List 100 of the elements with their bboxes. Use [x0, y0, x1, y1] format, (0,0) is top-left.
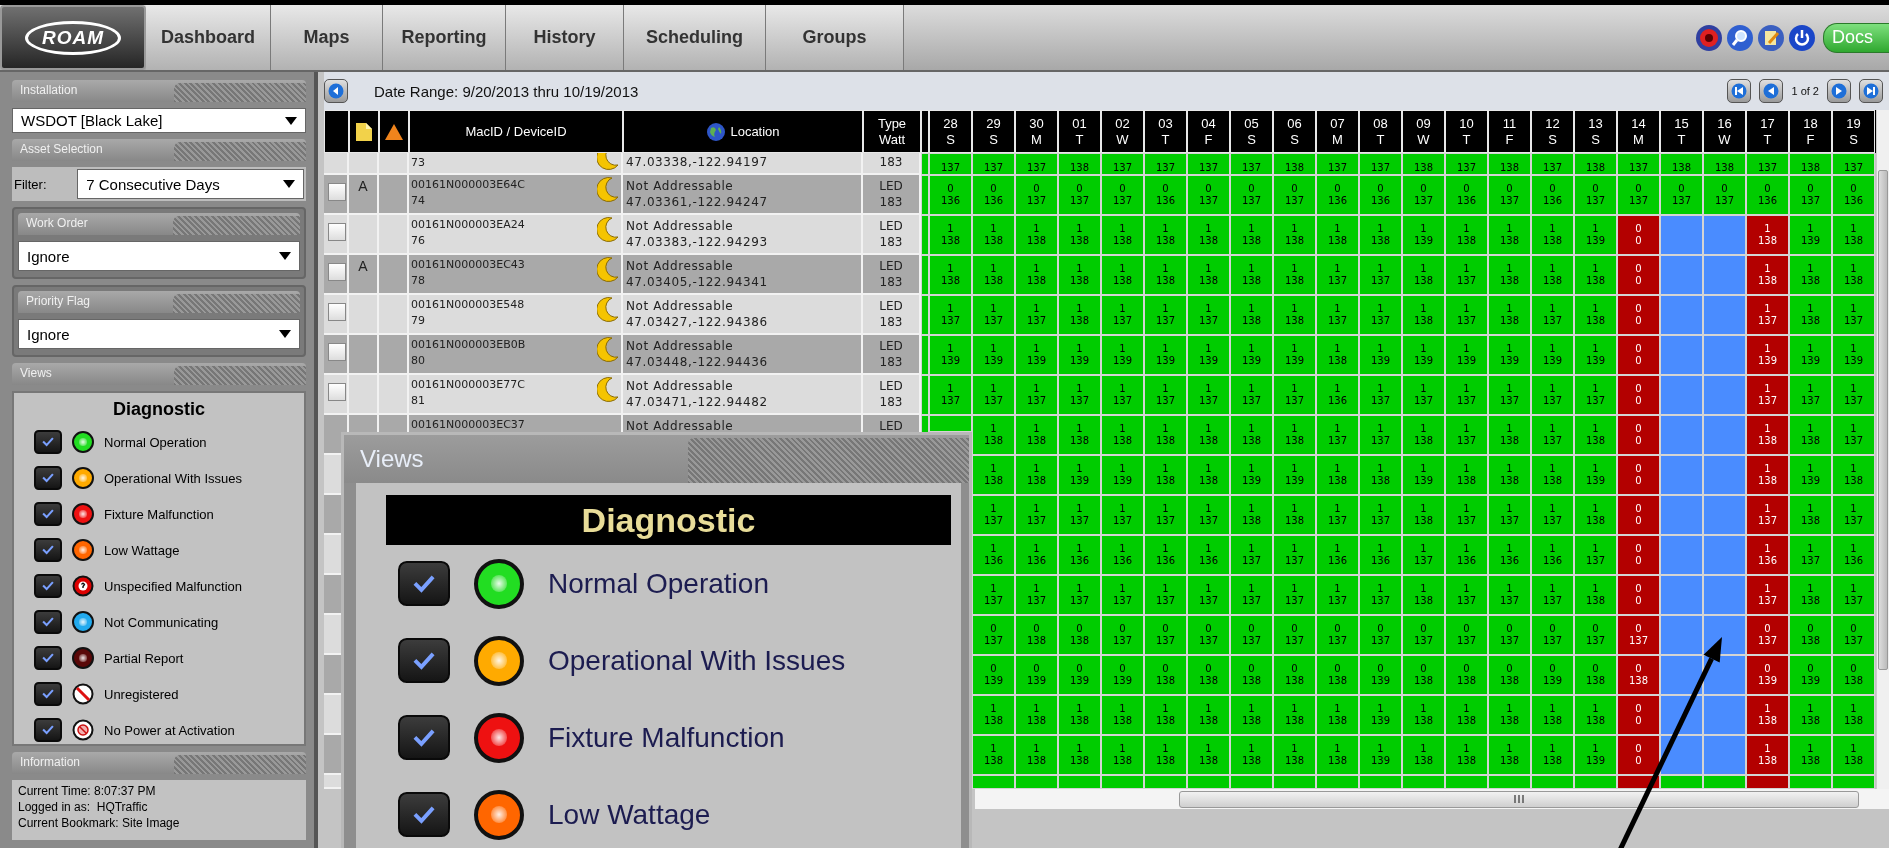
- status-cell: 1 136: [1531, 535, 1574, 575]
- status-cell: 1 138: [1144, 455, 1187, 495]
- status-cell: 1 138: [1488, 215, 1531, 255]
- status-cell: 1 138: [1746, 415, 1789, 455]
- status-cell: 1 138: [929, 255, 972, 295]
- status-cell: 1 137: [1574, 375, 1617, 415]
- device-id: 00161N000003E64C 74: [411, 177, 526, 209]
- status-cell: 1 138: [1488, 695, 1531, 735]
- inset-heading: Diagnostic: [581, 500, 756, 540]
- type-watt: LED 183: [878, 338, 904, 370]
- status-cell: 1 137: [1316, 575, 1359, 615]
- status-cell: 0 136: [929, 175, 972, 215]
- status-cell: 0 136: [1832, 175, 1875, 215]
- status-cell: 1 137: [1230, 375, 1273, 415]
- status-cell: 1 136: [1187, 535, 1230, 575]
- status-cell: 1 138: [1574, 415, 1617, 455]
- nav-tab[interactable]: Groups: [766, 5, 904, 70]
- status-cell: 0 137: [1273, 175, 1316, 215]
- status-cell: 1 138: [1230, 735, 1273, 775]
- logo[interactable]: ROAM: [0, 5, 146, 70]
- status-cell: 1 138: [1144, 415, 1187, 455]
- status-cell: 1 137: [1488, 575, 1531, 615]
- status-cell: 0 137: [1617, 615, 1660, 655]
- status-cell: 1 138: [972, 415, 1015, 455]
- nav-tab[interactable]: Dashboard: [146, 5, 271, 70]
- status-cell: 1 137: [1230, 575, 1273, 615]
- status-cell: 0 136: [1445, 175, 1488, 215]
- status-cell: 1 137: [1359, 295, 1402, 335]
- status-cell: 138: [1488, 153, 1531, 175]
- status-cell: 1 137: [1445, 575, 1488, 615]
- device-id: 00161N000003EC37: [411, 417, 526, 433]
- status-cell: 1 137: [1445, 295, 1488, 335]
- nav-tab[interactable]: History: [506, 5, 624, 70]
- status-cell: 0 137: [1230, 175, 1273, 215]
- status-cell: 1 139: [1015, 335, 1058, 375]
- status-cell: 1 138: [1574, 695, 1617, 735]
- status-cell: 137: [1101, 153, 1144, 175]
- dropdown[interactable]: Ignore: [18, 319, 300, 349]
- status-cell: 1 138: [1316, 215, 1359, 255]
- status-cell: 1 137: [1359, 415, 1402, 455]
- status-cell: 1 138: [1015, 415, 1058, 455]
- status-cell: 1 139: [1789, 335, 1832, 375]
- status-cell: 1 139: [929, 335, 972, 375]
- status-cell: 1 136: [1316, 375, 1359, 415]
- status-cell: 0 137: [1574, 615, 1617, 655]
- status-cell: 0 137: [1488, 175, 1531, 215]
- type-watt: LED 183: [878, 298, 904, 330]
- dropdown[interactable]: WSDOT [Black Lake]: [12, 108, 306, 133]
- nav-tab[interactable]: Maps: [271, 5, 383, 70]
- status-cell: 1 139: [1058, 335, 1101, 375]
- status-cell: 1 137: [1230, 535, 1273, 575]
- note-mark: A: [357, 178, 369, 194]
- status-cell: 1 138: [1316, 335, 1359, 375]
- legend-label: Fixture Malfunction: [104, 506, 214, 522]
- status-cell: 137: [1144, 153, 1187, 175]
- nav-tab[interactable]: Reporting: [383, 5, 506, 70]
- status-cell: 1 139: [1230, 335, 1273, 375]
- dropdown[interactable]: Ignore: [18, 241, 300, 271]
- status-cell: 1 138: [1531, 255, 1574, 295]
- status-cell: 0 138: [1058, 615, 1101, 655]
- device-id: 00161N000003EB0B 80: [411, 337, 527, 369]
- nav-tab[interactable]: Scheduling: [624, 5, 766, 70]
- status-cell: 0 0: [1617, 335, 1660, 375]
- status-cell: 137: [1445, 153, 1488, 175]
- status-cell: 1 138: [1574, 575, 1617, 615]
- status-cell: 0 136: [1144, 175, 1187, 215]
- status-cell: 1 138: [1015, 215, 1058, 255]
- status-cell: 1 138: [1015, 455, 1058, 495]
- status-cell: 1 137: [1488, 375, 1531, 415]
- status-cell: 0 139: [1015, 655, 1058, 695]
- dropdown[interactable]: 7 Consecutive Days: [77, 169, 304, 199]
- status-cell: 1 139: [972, 335, 1015, 375]
- status-cell: 1 137: [1144, 575, 1187, 615]
- column-header[interactable]: MacID / DeviceID: [465, 123, 567, 140]
- device-id: 73: [411, 155, 426, 171]
- status-cell: 1 138: [1273, 295, 1316, 335]
- section-title: Views: [19, 365, 53, 382]
- status-cell: 0 137: [1617, 175, 1660, 215]
- status-cell: 1 136: [1746, 535, 1789, 575]
- status-cell: 1 138: [1402, 695, 1445, 735]
- column-header[interactable]: Location: [730, 123, 780, 140]
- status-cell: 1 137: [1101, 295, 1144, 335]
- status-cell: 1 138: [1273, 255, 1316, 295]
- status-cell: 1 137: [1531, 295, 1574, 335]
- status-cell: 0 138: [1402, 655, 1445, 695]
- status-cell: 1 138: [929, 215, 972, 255]
- status-cell: 0 137: [1789, 175, 1832, 215]
- status-cell: 0 138: [1617, 655, 1660, 695]
- status-cell: 1 138: [1230, 295, 1273, 335]
- status-cell: 1 137: [1445, 375, 1488, 415]
- views-heading: Diagnostic: [113, 399, 205, 420]
- status-cell: 0 137: [1445, 615, 1488, 655]
- status-cell: 1 137: [1574, 535, 1617, 575]
- status-cell: 0 138: [1832, 655, 1875, 695]
- status-cell: 1 138: [1359, 455, 1402, 495]
- status-cell: 1 138: [1058, 735, 1101, 775]
- status-cell: 1 139: [1832, 335, 1875, 375]
- status-cell: 1 138: [1445, 455, 1488, 495]
- status-cell: 1 139: [1359, 335, 1402, 375]
- status-cell: 1 138: [1488, 735, 1531, 775]
